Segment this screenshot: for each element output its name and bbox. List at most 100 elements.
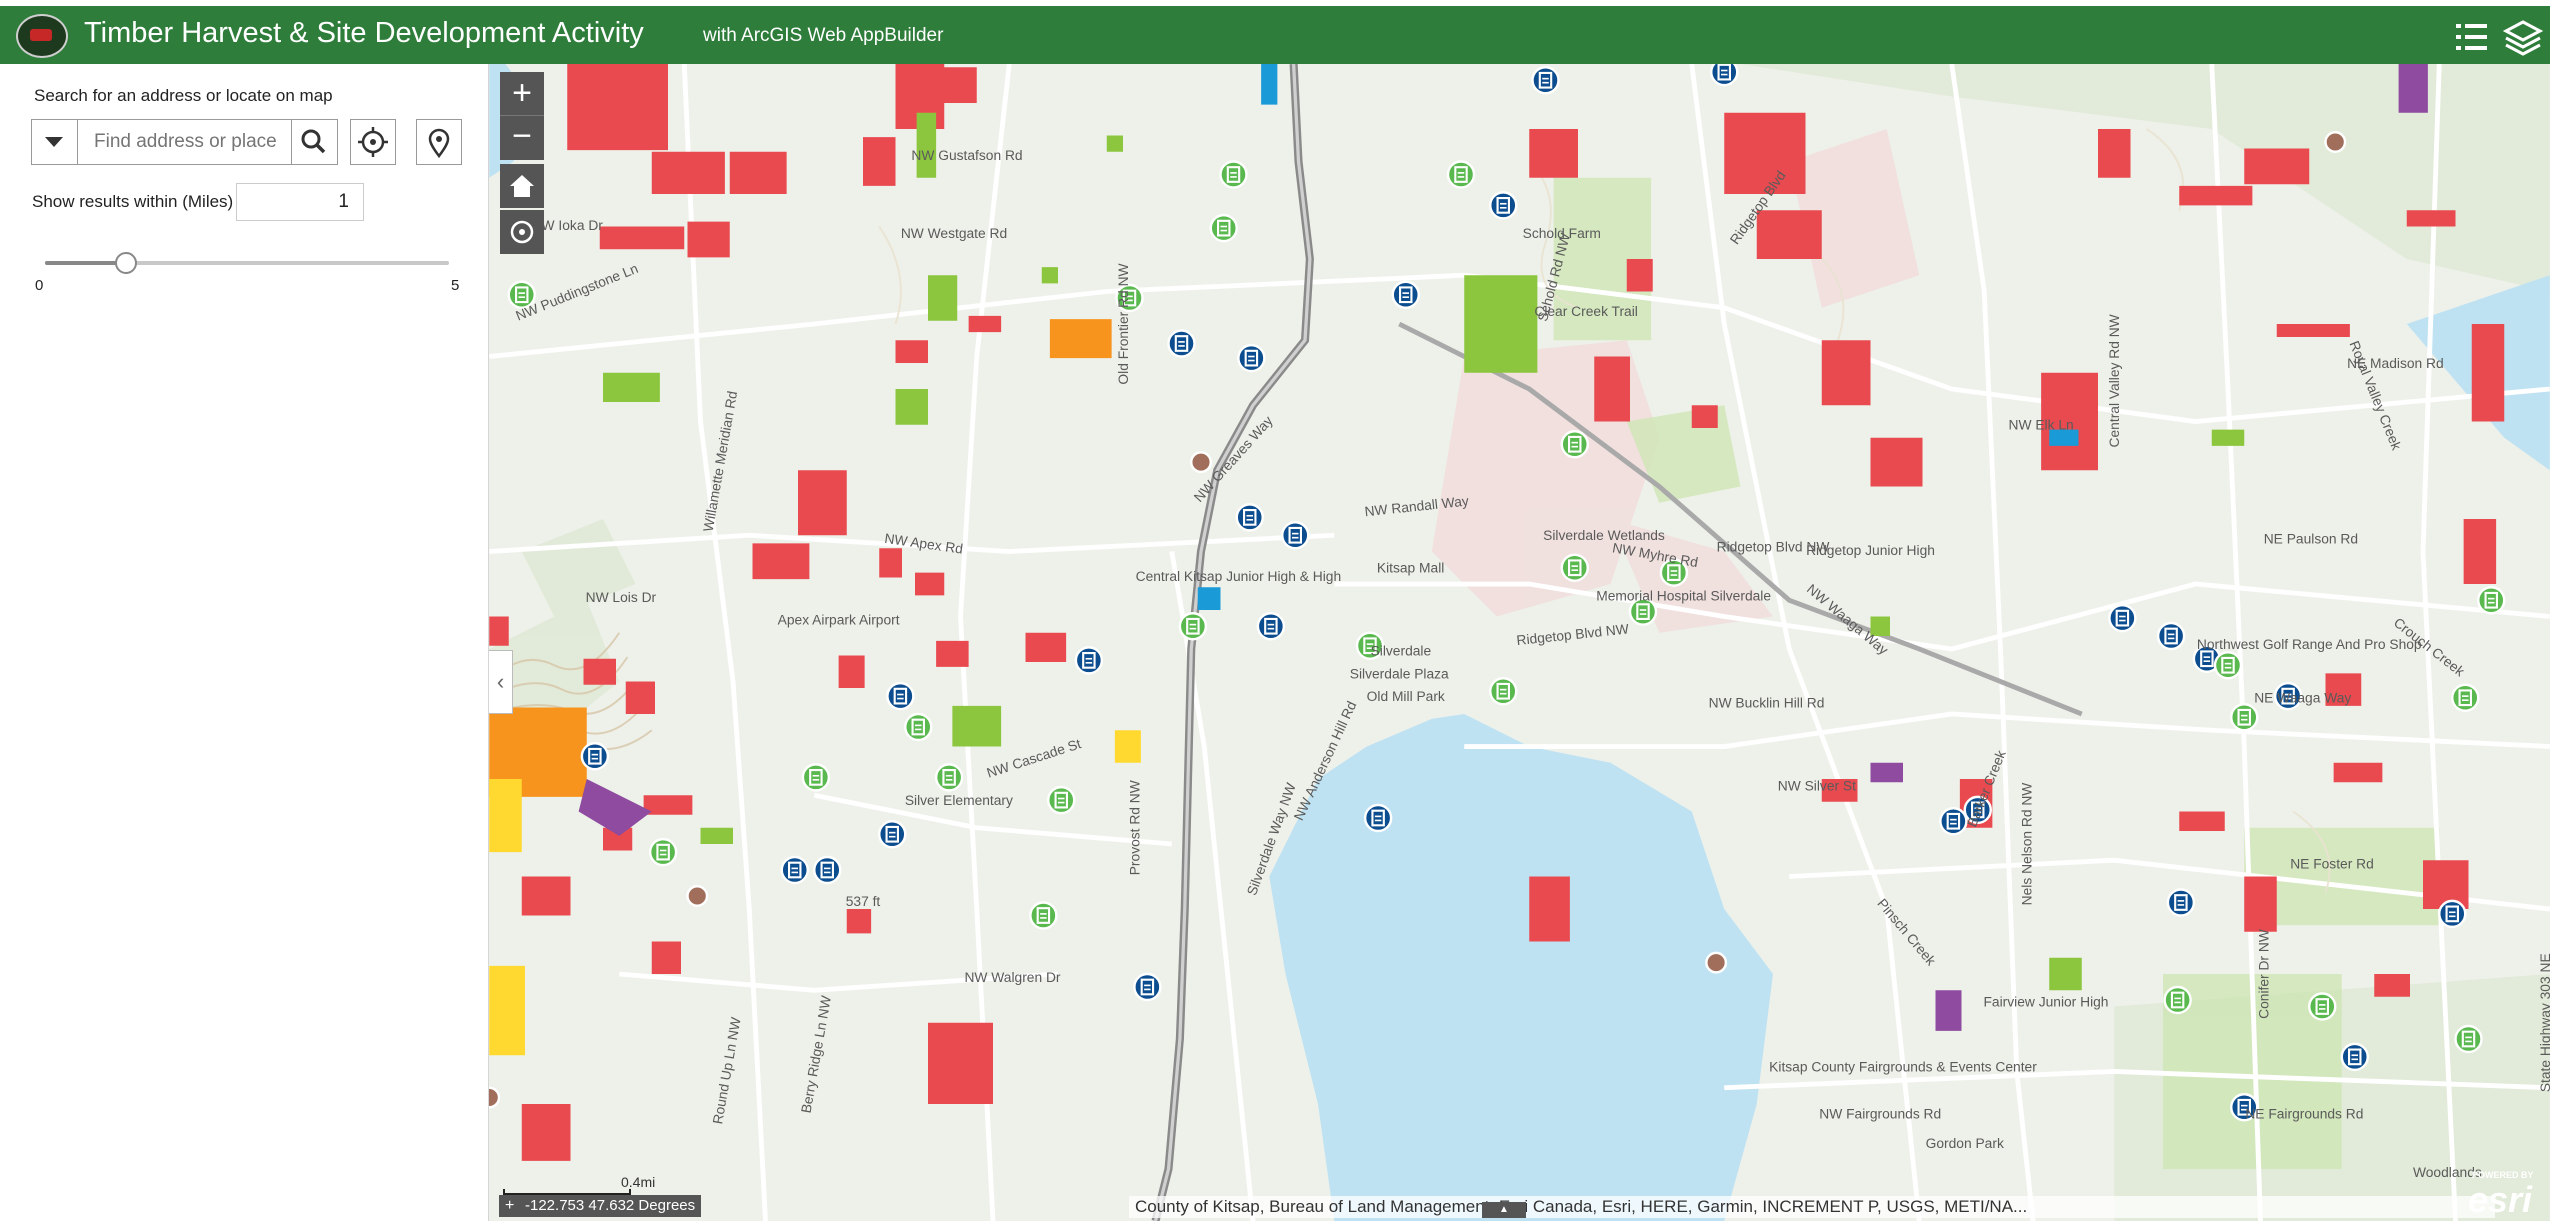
parcel-polygon[interactable] xyxy=(1114,730,1141,763)
search-source-dropdown[interactable] xyxy=(32,120,78,164)
permit-marker-icon[interactable] xyxy=(1256,612,1286,641)
parcel-polygon[interactable] xyxy=(1756,210,1822,259)
document-marker-icon[interactable] xyxy=(686,885,709,907)
permit-marker-icon[interactable] xyxy=(1531,66,1560,95)
parcel-polygon[interactable] xyxy=(952,705,1002,747)
permit-marker-icon[interactable] xyxy=(2108,603,2137,633)
parcel-polygon[interactable] xyxy=(1529,876,1570,942)
zoom-out-button[interactable]: − xyxy=(500,116,544,160)
permit-marker-icon[interactable] xyxy=(580,742,610,771)
permit-marker-icon[interactable] xyxy=(813,855,842,885)
parcel-polygon[interactable] xyxy=(2244,148,2310,185)
parcel-polygon[interactable] xyxy=(625,681,655,715)
parcel-polygon[interactable] xyxy=(2098,129,2131,178)
parcel-polygon[interactable] xyxy=(1691,405,1718,428)
permit-marker-icon[interactable] xyxy=(878,820,907,849)
site-marker-icon[interactable] xyxy=(1047,785,1076,815)
parcel-polygon[interactable] xyxy=(2374,974,2410,997)
site-marker-icon[interactable] xyxy=(904,712,933,742)
parcel-polygon[interactable] xyxy=(2398,64,2428,113)
radius-slider-thumb[interactable] xyxy=(114,252,137,274)
parcel-polygon[interactable] xyxy=(968,315,1002,333)
parcel-polygon[interactable] xyxy=(879,548,902,578)
parcel-polygon[interactable] xyxy=(1870,437,1923,487)
parcel-polygon[interactable] xyxy=(651,151,725,194)
parcel-polygon[interactable] xyxy=(2244,876,2277,932)
parcel-polygon[interactable] xyxy=(729,151,787,194)
parcel-polygon[interactable] xyxy=(1626,259,1653,292)
site-marker-icon[interactable] xyxy=(1560,553,1589,582)
permit-marker-icon[interactable] xyxy=(2156,621,2186,651)
parcel-polygon[interactable] xyxy=(489,616,509,646)
attribution-toggle[interactable]: ▲ xyxy=(1482,1202,1526,1218)
site-marker-icon[interactable] xyxy=(648,837,678,867)
my-location-button[interactable] xyxy=(500,210,544,254)
parcel-polygon[interactable] xyxy=(2276,324,2350,337)
document-marker-icon[interactable] xyxy=(1190,451,1212,474)
document-marker-icon[interactable] xyxy=(489,1086,501,1109)
parcel-polygon[interactable] xyxy=(916,112,937,178)
basemap[interactable]: NW Gustafson RdNW Westgate RdNW Ioka DrN… xyxy=(489,64,2550,1221)
site-marker-icon[interactable] xyxy=(2477,586,2506,615)
permit-marker-icon[interactable] xyxy=(1391,280,1420,309)
site-marker-icon[interactable] xyxy=(1560,430,1589,459)
site-marker-icon[interactable] xyxy=(2454,1024,2483,1054)
parcel-polygon[interactable] xyxy=(2333,762,2383,783)
parcel-polygon[interactable] xyxy=(2211,429,2245,446)
permit-marker-icon[interactable] xyxy=(886,681,915,711)
coordinate-toggle[interactable]: + xyxy=(505,1195,514,1217)
map-view[interactable]: NW Gustafson Rd NW Westgate Rd NW Ioka Dr N… xyxy=(489,64,2550,1221)
parcel-polygon[interactable] xyxy=(928,67,977,103)
permit-marker-icon[interactable] xyxy=(1363,803,1393,833)
parcel-polygon[interactable] xyxy=(1464,275,1538,373)
parcel-polygon[interactable] xyxy=(521,1104,571,1161)
search-input[interactable] xyxy=(78,120,291,164)
radius-slider[interactable] xyxy=(45,252,449,274)
site-marker-icon[interactable] xyxy=(801,763,831,792)
parcel-polygon[interactable] xyxy=(700,827,734,844)
parcel-polygon[interactable] xyxy=(798,470,847,536)
site-marker-icon[interactable] xyxy=(1489,677,1518,706)
permit-marker-icon[interactable] xyxy=(1281,521,1310,550)
home-button[interactable] xyxy=(500,164,544,208)
permit-marker-icon[interactable] xyxy=(1133,972,1162,1002)
radius-input[interactable] xyxy=(236,183,364,221)
parcel-polygon[interactable] xyxy=(1870,762,1904,783)
parcel-polygon[interactable] xyxy=(915,572,945,596)
locate-button[interactable] xyxy=(350,119,396,165)
pick-location-button[interactable] xyxy=(416,119,462,165)
permit-marker-icon[interactable] xyxy=(2438,899,2467,929)
site-marker-icon[interactable] xyxy=(1029,901,1058,930)
site-marker-icon[interactable] xyxy=(2230,703,2259,732)
permit-marker-icon[interactable] xyxy=(1237,343,1266,373)
parcel-polygon[interactable] xyxy=(1529,129,1578,178)
document-marker-icon[interactable] xyxy=(2324,131,2347,153)
site-marker-icon[interactable] xyxy=(1219,160,1248,189)
search-button[interactable] xyxy=(291,120,337,164)
parcel-polygon[interactable] xyxy=(928,275,958,321)
parcel-polygon[interactable] xyxy=(863,137,896,186)
parcel-polygon[interactable] xyxy=(1041,267,1058,284)
site-marker-icon[interactable] xyxy=(2213,651,2243,680)
zoom-in-button[interactable]: + xyxy=(500,72,544,116)
parcel-polygon[interactable] xyxy=(567,64,668,151)
parcel-polygon[interactable] xyxy=(936,640,969,667)
parcel-polygon[interactable] xyxy=(2179,185,2253,206)
parcel-polygon[interactable] xyxy=(895,389,929,425)
parcel-polygon[interactable] xyxy=(1025,632,1067,662)
parcel-polygon[interactable] xyxy=(1821,340,1871,406)
site-marker-icon[interactable] xyxy=(1178,612,1208,641)
parcel-polygon[interactable] xyxy=(1935,990,1962,1031)
permit-marker-icon[interactable] xyxy=(1235,503,1264,532)
parcel-polygon[interactable] xyxy=(846,909,872,934)
parcel-polygon[interactable] xyxy=(603,372,660,402)
parcel-polygon[interactable] xyxy=(1594,356,1630,422)
parcel-polygon[interactable] xyxy=(599,226,685,250)
parcel-polygon[interactable] xyxy=(583,658,617,685)
parcel-polygon[interactable] xyxy=(1261,64,1278,105)
parcel-polygon[interactable] xyxy=(2463,519,2497,584)
parcel-polygon[interactable] xyxy=(521,876,571,916)
parcel-polygon[interactable] xyxy=(651,941,681,975)
parcel-polygon[interactable] xyxy=(489,779,522,853)
permit-marker-icon[interactable] xyxy=(2340,1042,2369,1072)
